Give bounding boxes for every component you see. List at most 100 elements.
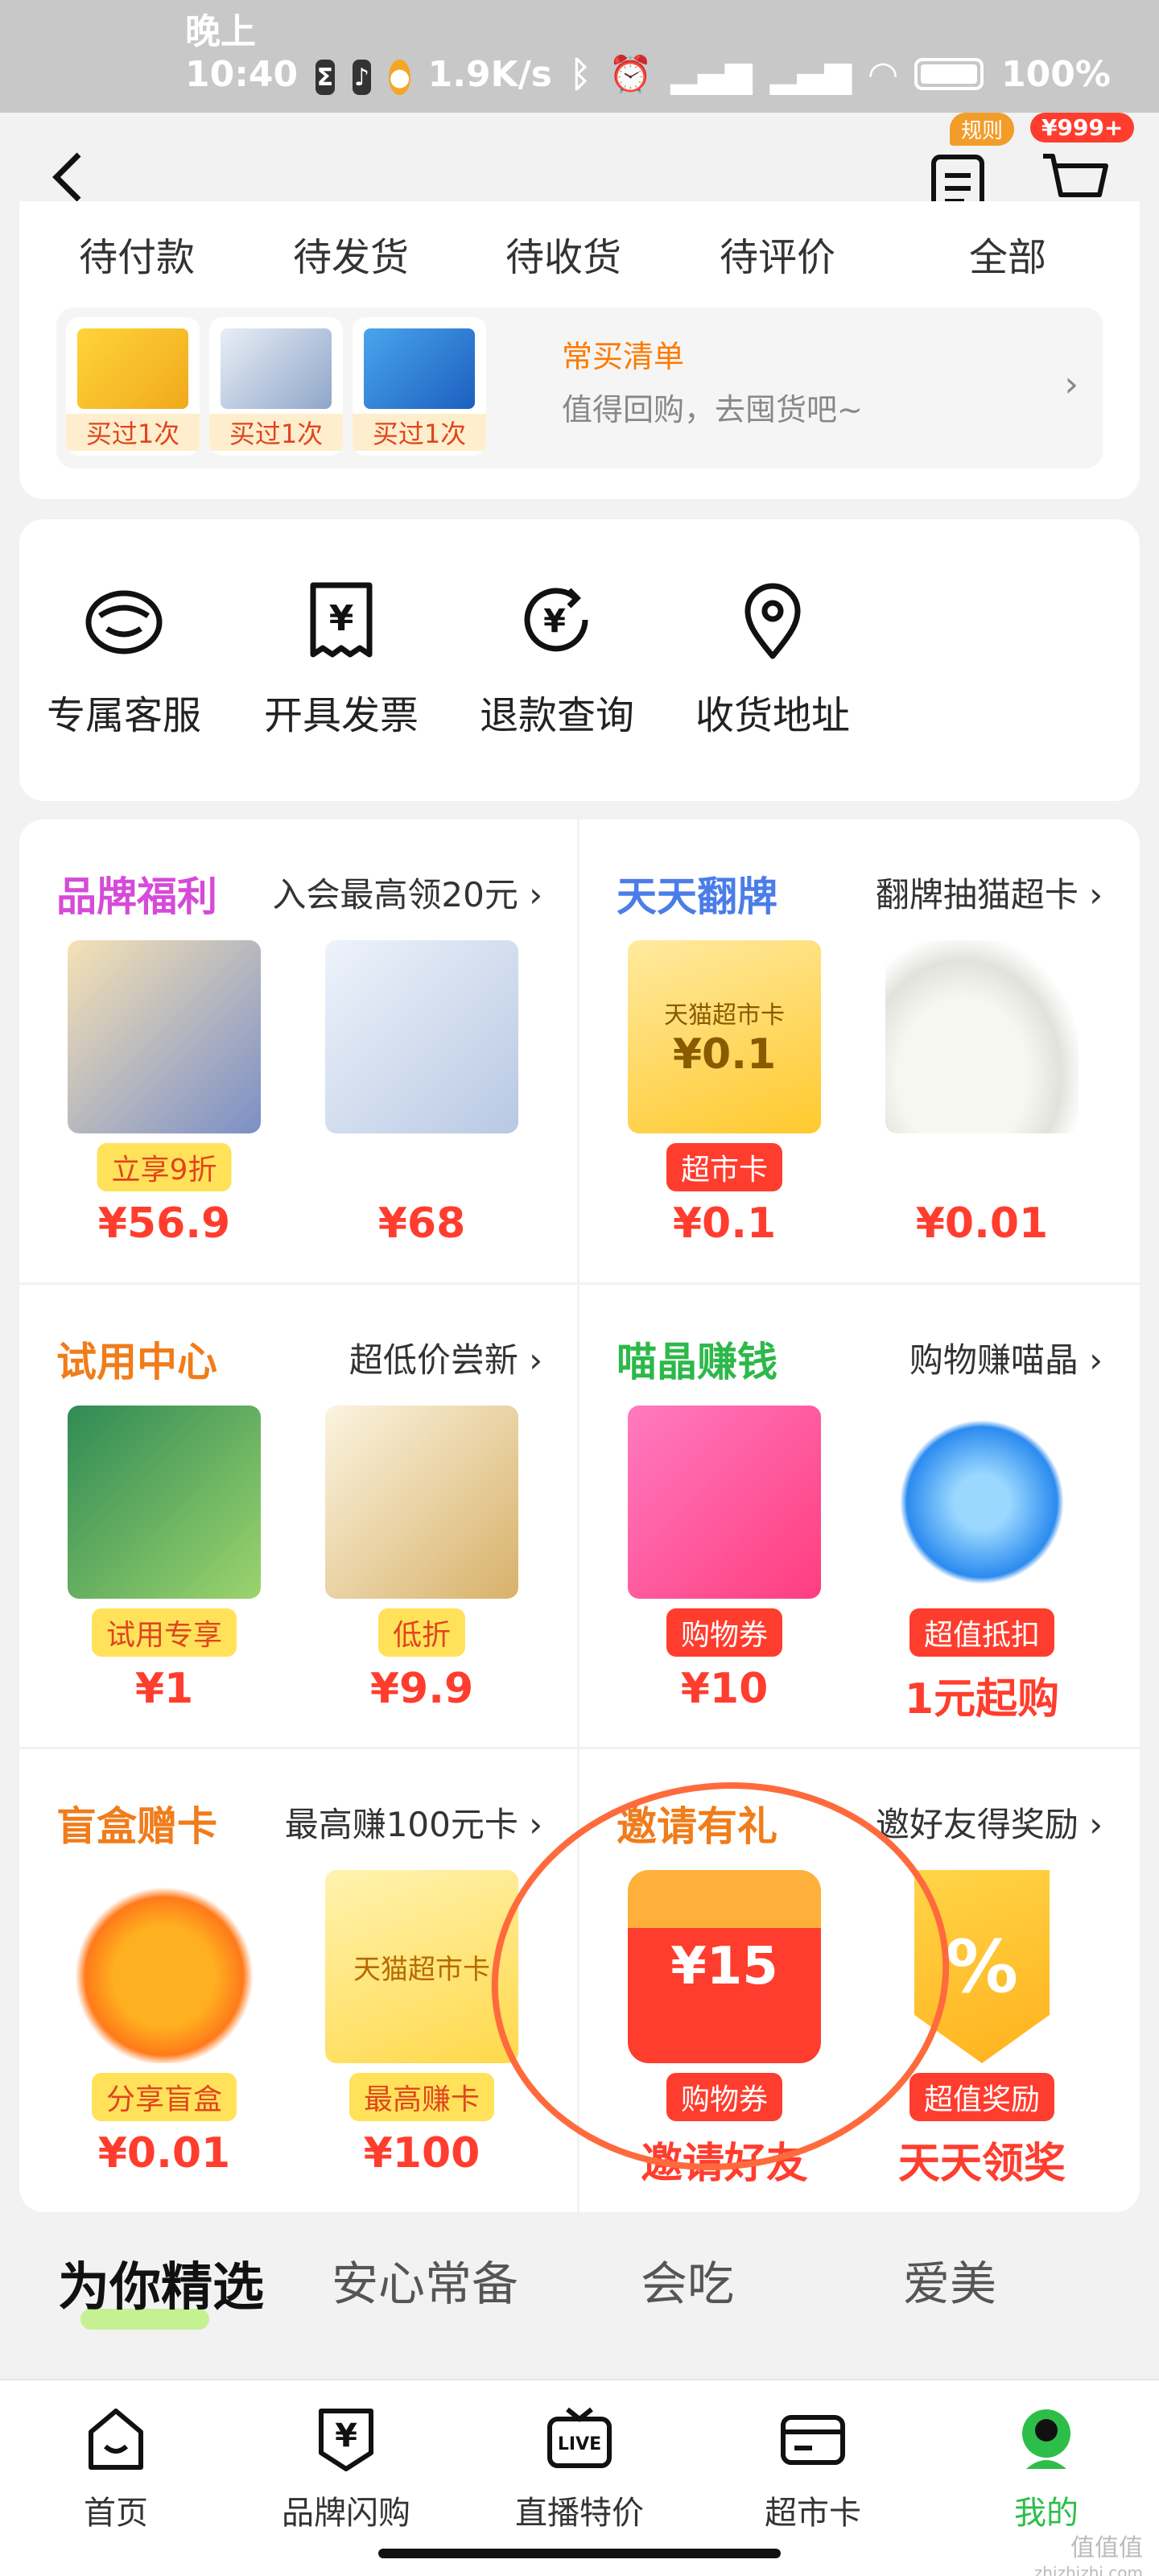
promo-subtitle[interactable]: 超低价尝新 › — [349, 1333, 542, 1382]
promo-title: 喵晶赚钱 — [617, 1339, 777, 1385]
promo-item-price: ¥0.01 — [97, 2129, 231, 2178]
back-button[interactable] — [45, 145, 93, 209]
tissue-pack-image — [68, 940, 261, 1133]
promo-trial-center[interactable]: 试用中心 超低价尝新 › 试用专享 ¥1 低折 ¥9.9 — [19, 1285, 575, 1748]
supermarket-card-image: 天猫超市卡 ¥0.1 — [628, 940, 821, 1133]
promo-subtitle[interactable]: 最高赚100元卡 › — [285, 1798, 542, 1847]
service-customer-support[interactable]: 专属客服 — [35, 576, 212, 740]
home-indicator[interactable] — [378, 2549, 781, 2558]
product-thumbnail[interactable]: 买过1次 — [209, 317, 343, 456]
promo-item-tag: 超值抵扣 — [909, 1608, 1055, 1657]
invoice-icon: ¥ — [310, 582, 373, 658]
promo-item[interactable]: 购物券 ¥10 — [612, 1406, 837, 1728]
app-notification-icon: Σ — [316, 60, 335, 95]
frequent-buys-banner[interactable]: 买过1次 买过1次 买过1次 常买清单 值得回购，去囤货吧~ › — [56, 308, 1103, 469]
product-thumbnail[interactable]: 买过1次 — [66, 317, 200, 456]
rice-bowl-image — [885, 940, 1079, 1133]
product-thumbnail[interactable]: 买过1次 — [353, 317, 486, 456]
promo-title: 盲盒赠卡 — [56, 1803, 217, 1850]
promo-item-tag: 购物券 — [666, 1608, 783, 1657]
svg-text:¥: ¥ — [543, 603, 566, 640]
svg-text:LIVE: LIVE — [558, 2434, 601, 2454]
promo-item[interactable]: 超值抵扣 1元起购 — [869, 1406, 1095, 1728]
alarm-icon: ⏰ — [608, 54, 654, 95]
promo-item[interactable]: 分享盲盒 ¥0.01 — [52, 1870, 277, 2192]
service-address[interactable]: 收货地址 — [684, 576, 861, 740]
nav-label: 超市卡 — [765, 2495, 861, 2532]
mint-product-image — [325, 1406, 518, 1599]
promo-item-price: ¥9.9 — [369, 1665, 474, 1713]
promo-item-price: ¥0.01 — [915, 1199, 1049, 1248]
promo-subtitle[interactable]: 购物赚喵晶 › — [909, 1333, 1103, 1382]
promo-item-price: ¥68 — [377, 1199, 466, 1248]
tab-featured[interactable]: 为你精选 — [58, 2246, 264, 2320]
tiktok-notification-icon: ♪ — [352, 60, 372, 95]
promo-crystal-earn[interactable]: 喵晶赚钱 购物赚喵晶 › 购物券 ¥10 超值抵扣 1元起购 — [580, 1285, 1135, 1748]
tab-food[interactable]: 会吃 — [641, 2246, 734, 2314]
promo-item-tag: 分享盲盒 — [91, 2073, 237, 2121]
signal-icon-2: ▂▄▆ — [769, 53, 852, 95]
nav-label: 直播特价 — [515, 2495, 644, 2532]
bought-label: 买过1次 — [209, 414, 343, 451]
promo-subtitle[interactable]: 翻牌抽猫超卡 › — [876, 868, 1103, 917]
promo-item[interactable]: 低折 ¥9.9 — [309, 1406, 534, 1728]
tab-essentials[interactable]: 安心常备 — [332, 2246, 518, 2314]
nav-profile[interactable]: 我的 — [950, 2403, 1143, 2533]
coupon-text: % — [945, 1924, 1019, 2009]
chevron-left-icon — [52, 152, 81, 202]
nav-live-deals[interactable]: LIVE 直播特价 — [483, 2403, 676, 2533]
location-pin-icon — [744, 583, 801, 659]
rules-tag[interactable]: 规则 — [950, 113, 1015, 146]
service-label: 专属客服 — [46, 693, 201, 738]
promo-item-price: 天天领奖 — [897, 2140, 1066, 2188]
service-invoice[interactable]: ¥ 开具发票 — [253, 576, 430, 740]
status-time: 晚上10:40 — [185, 11, 299, 95]
order-tab-pending-payment[interactable]: 待付款 — [79, 225, 195, 282]
promo-item[interactable]: 试用专享 ¥1 — [52, 1406, 277, 1728]
service-refund[interactable]: ¥ 退款查询 — [468, 576, 645, 740]
wifi-icon: ◠ — [869, 53, 897, 95]
flash-sale-icon: ¥ — [319, 2409, 373, 2471]
promo-item-tag: 超市卡 — [666, 1143, 783, 1191]
promo-item[interactable]: 天猫超市卡 ¥0.1 超市卡 ¥0.1 — [612, 940, 837, 1262]
promo-daily-flip[interactable]: 天天翻牌 翻牌抽猫超卡 › 天猫超市卡 ¥0.1 超市卡 ¥0.1 ¥0.01 — [580, 819, 1135, 1282]
snack-pack-image — [68, 1406, 261, 1599]
promo-item-price: ¥0.1 — [672, 1199, 777, 1248]
promo-title: 品牌福利 — [56, 873, 217, 920]
frequent-buys-title: 常买清单 — [562, 339, 685, 374]
promo-subtitle[interactable]: 邀好友得奖励 › — [876, 1798, 1103, 1847]
promo-item[interactable]: ¥68 — [309, 940, 534, 1262]
promo-item-tag: 低折 — [377, 1608, 466, 1657]
promo-item-price: ¥10 — [680, 1665, 769, 1713]
nav-supermarket-card[interactable]: 超市卡 — [716, 2403, 909, 2533]
milk-product-image — [221, 328, 332, 409]
order-tab-all[interactable]: 全部 — [969, 225, 1046, 282]
promo-item[interactable]: ¥0.01 — [869, 940, 1095, 1262]
orders-card: 待付款 待发货 待收货 待评价 全部 买过1次 买过1次 买过1次 常买清单 值… — [19, 201, 1140, 499]
tissue-product-image — [77, 328, 188, 409]
service-label: 退款查询 — [479, 693, 634, 738]
services-card: 专属客服 ¥ 开具发票 ¥ 退款查询 收货地址 — [19, 519, 1140, 801]
supermarket-card-image: 天猫超市卡 — [325, 1870, 518, 2063]
order-tab-pending-shipment[interactable]: 待发货 — [293, 225, 409, 282]
milk-box-image — [325, 940, 518, 1133]
order-tab-pending-receipt[interactable]: 待收货 — [505, 225, 621, 282]
service-label: 收货地址 — [695, 693, 850, 738]
promo-brand-benefits[interactable]: 品牌福利 入会最高领20元 › 立享9折 ¥56.9 ¥68 — [19, 819, 575, 1282]
watermark: 值值值 zhizhizhi.com — [1034, 2528, 1143, 2576]
crystal-icon — [885, 1406, 1079, 1599]
battery-icon — [914, 58, 984, 90]
chevron-right-icon: › — [1064, 364, 1079, 405]
card-text: 天猫超市卡 — [664, 1001, 785, 1030]
nav-label: 我的 — [1014, 2495, 1079, 2532]
nav-brand-flash[interactable]: ¥ 品牌闪购 — [250, 2403, 443, 2533]
cart-count-badge: ¥999+ — [1030, 113, 1135, 142]
order-tab-pending-review[interactable]: 待评价 — [720, 225, 835, 282]
net-speed: 1.9K/s — [427, 53, 552, 95]
profile-icon — [1022, 2409, 1070, 2469]
nav-home[interactable]: 首页 — [19, 2403, 212, 2533]
tab-beauty[interactable]: 爱美 — [903, 2246, 996, 2314]
refund-icon: ¥ — [524, 588, 588, 652]
promo-subtitle[interactable]: 入会最高领20元 › — [272, 868, 542, 917]
promo-item[interactable]: 立享9折 ¥56.9 — [52, 940, 277, 1262]
